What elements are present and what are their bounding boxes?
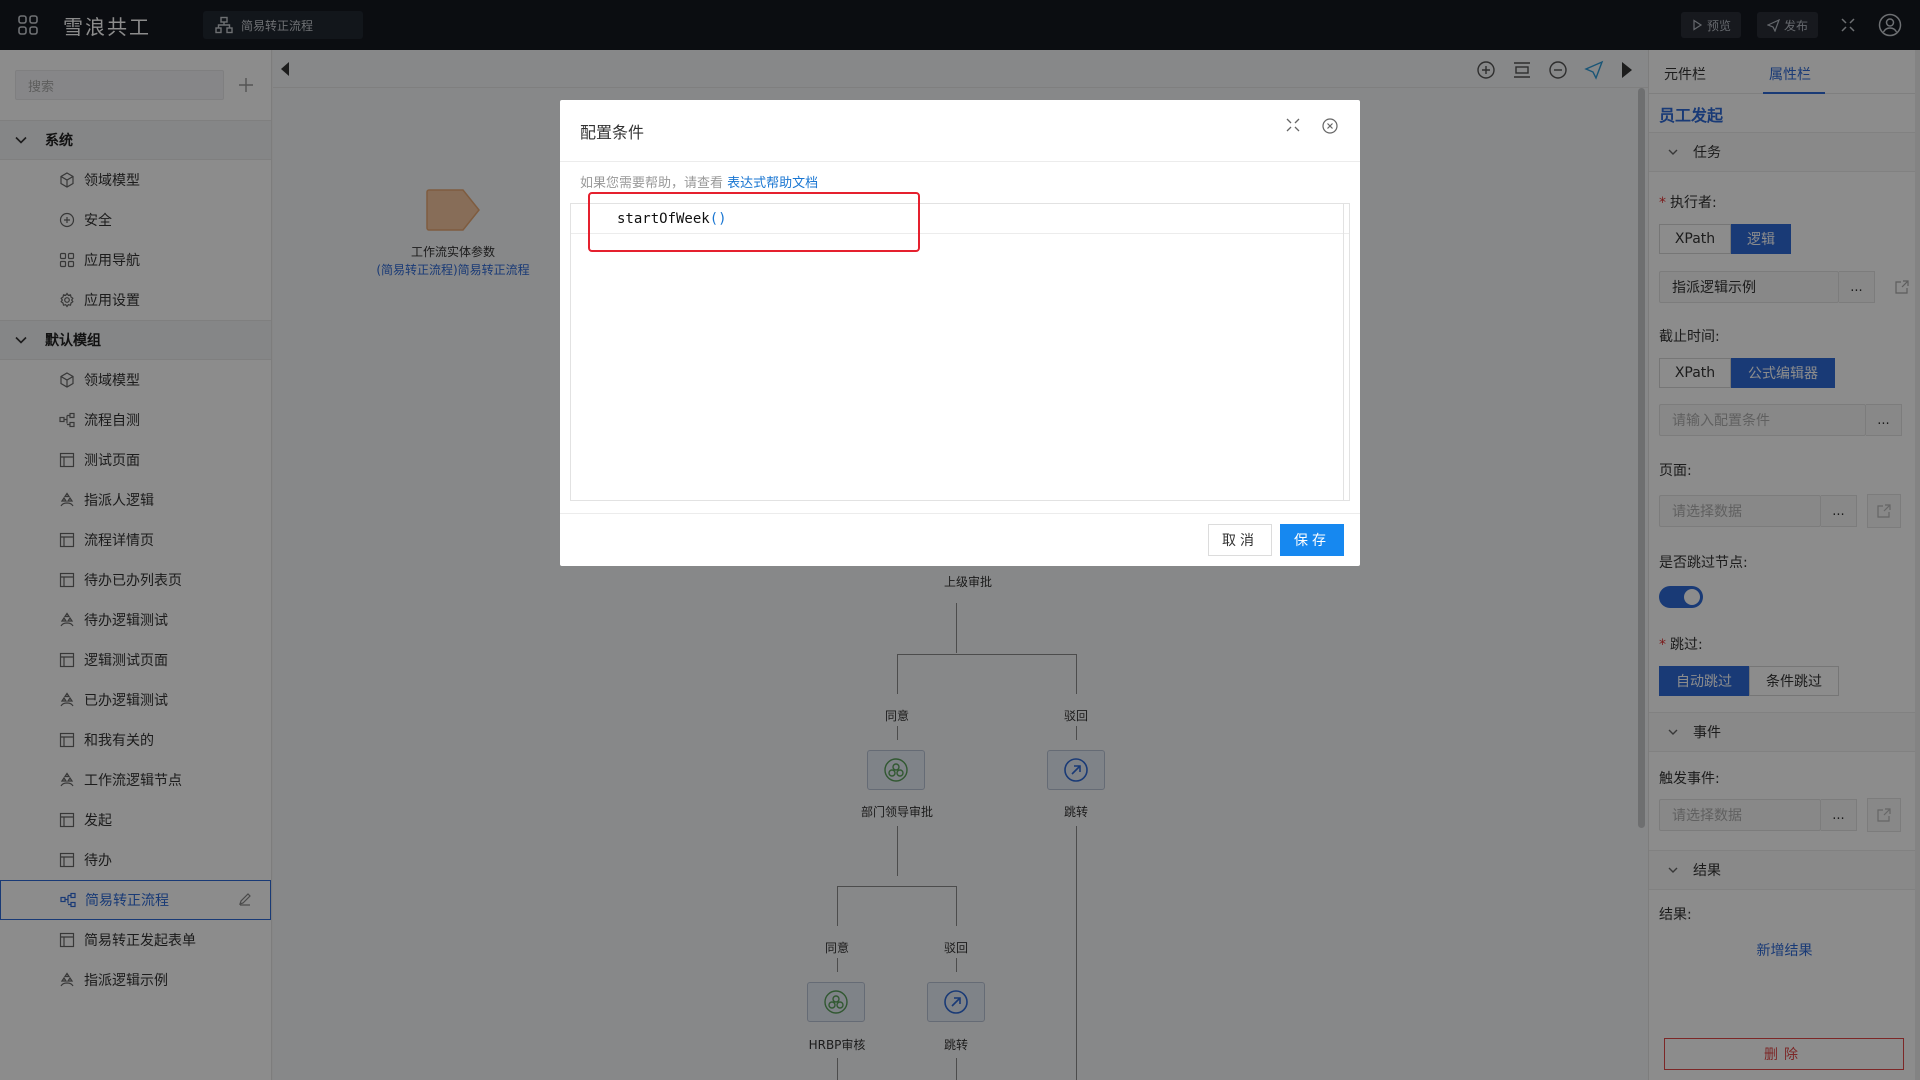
dialog-title: 配置条件 — [580, 122, 645, 142]
maximize-icon[interactable] — [1286, 118, 1300, 132]
config-condition-dialog: 配置条件 如果您需要帮助，请查看 表达式帮助文档 startOfWeek() 取… — [560, 100, 1360, 566]
help-prefix: 如果您需要帮助，请查看 — [580, 176, 724, 191]
red-highlight-box — [588, 192, 920, 252]
editor-scrollbar[interactable] — [1343, 204, 1349, 500]
help-doc-link[interactable]: 表达式帮助文档 — [727, 176, 818, 191]
cancel-button[interactable]: 取消 — [1208, 524, 1272, 556]
close-icon[interactable] — [1322, 118, 1338, 134]
help-text: 如果您需要帮助，请查看 表达式帮助文档 — [560, 162, 1360, 196]
save-button[interactable]: 保存 — [1280, 524, 1344, 556]
